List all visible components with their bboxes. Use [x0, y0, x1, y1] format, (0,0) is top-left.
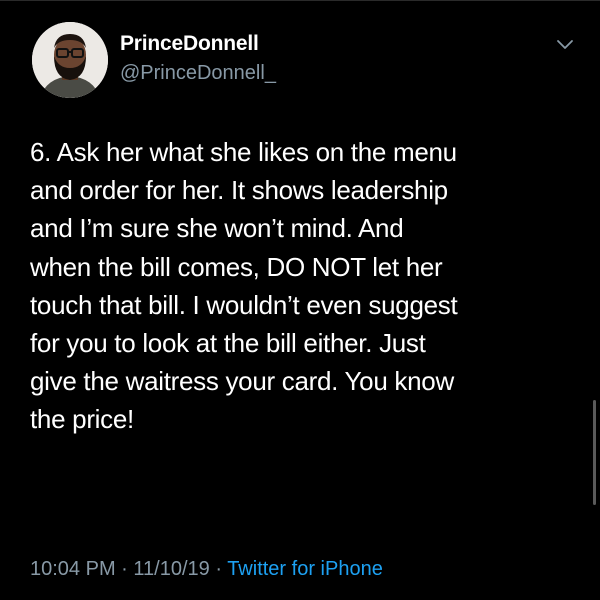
tweet-text-line: for you to look at the bill either. Just: [30, 328, 426, 359]
tweet-text-line: and order for her. It shows leadership: [30, 175, 448, 206]
avatar[interactable]: [32, 22, 108, 98]
scrollbar[interactable]: [593, 400, 596, 505]
tweet-text: 6. Ask her what she likes on the menu an…: [30, 133, 578, 439]
tweet-text-line: 6. Ask her what she likes on the menu: [30, 137, 457, 167]
tweet-time[interactable]: 10:04 PM: [30, 558, 116, 580]
top-divider: [0, 0, 600, 1]
author-display-name[interactable]: PrinceDonnell: [120, 32, 259, 56]
tweet-text-line: when the bill comes, DO NOT let her: [30, 251, 443, 282]
tweet-date[interactable]: 11/10/19: [133, 558, 209, 580]
tweet-text-line: give the waitress your card. You know: [30, 366, 454, 397]
tweet-source-link[interactable]: Twitter for iPhone: [227, 558, 383, 580]
tweet-text-line: and I’m sure she won’t mind. And: [30, 213, 404, 244]
chevron-down-icon[interactable]: [555, 38, 575, 52]
meta-separator: ·: [115, 558, 134, 580]
avatar-image: [32, 22, 108, 98]
author-handle[interactable]: @PrinceDonnell_: [120, 62, 276, 85]
tweet-text-line: touch that bill. I wouldn’t even suggest: [30, 289, 458, 320]
meta-separator: ·: [209, 558, 228, 580]
tweet-text-line: the price!: [30, 404, 134, 435]
tweet-meta: 10:04 PM · 11/10/19 · Twitter for iPhone: [30, 558, 383, 581]
